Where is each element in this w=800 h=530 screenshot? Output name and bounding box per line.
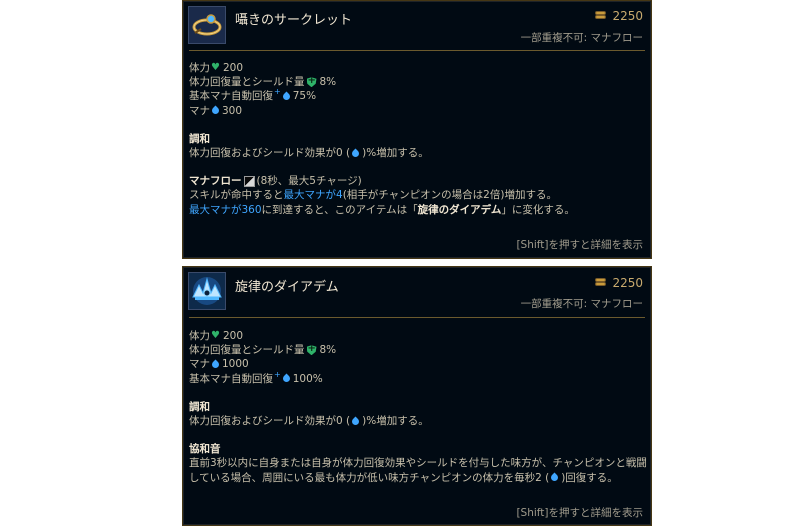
passive-title-row: マナフロー (8秒、最大5チャージ) [189,175,362,188]
divider [189,317,645,318]
shift-hint: [Shift]を押すと詳細を表示 [516,507,643,519]
item-description: 体力 ♥ 200 体力回復量とシールド量 8% マナ 1000 基本マナ自動回復… [189,329,647,485]
mana-drop-icon [350,416,361,427]
stat-row: 基本マナ自動回復 + 100% [189,369,323,385]
passive-text: 体力回復およびシールド効果が0 ( )%増加する。 [189,147,429,160]
passive-text: 直前3秒以内に自身または自身が体力回復効果やシールドを付与した味方が、チャンピオ… [189,457,647,470]
mana-regen-drop-icon [281,91,292,102]
price-value: 2250 [612,276,643,290]
stat-row: マナ 1000 [189,358,249,371]
passive-text: している場合、周囲にいる最も体力が低い味方チャンピオンの体力を毎秒2 ( )回復… [189,471,618,484]
gold-coin-icon [595,278,607,288]
item-price: 2250 [595,276,643,290]
divider [189,50,645,51]
stat-row: 体力 ♥ 200 [189,62,244,74]
passive-title: 協和音 [189,443,221,456]
stat-row: 体力 ♥ 200 [189,330,244,342]
mana-drop-icon [350,148,361,159]
passive-title: 調和 [189,132,210,145]
item-name: 囁きのサークレット [235,13,353,28]
mana-regen-plus-icon: + [274,87,281,97]
cooldown-icon [243,175,255,187]
mana-drop-icon [210,105,221,116]
heart-icon: ♥ [211,330,220,341]
item-icon-diadem [188,272,226,310]
item-description: 体力 ♥ 200 体力回復量とシールド量 8% 基本マナ自動回復 + 75% マ… [189,61,643,217]
mana-regen-drop-icon [281,373,292,384]
mana-drop-icon [210,359,221,370]
passive-title: 調和 [189,400,210,413]
shield-icon [306,77,317,88]
passive-text: 最大マナが360 に到達すると、このアイテムは「 旋律のダイアデム 」に変化する… [189,203,575,216]
item-tooltip-diadem-of-songs: 旋律のダイアデム 2250 一部重複不可: マナフロー 体力 ♥ 200 体力回… [182,266,652,526]
item-tooltip-whispering-circlet: 囁きのサークレット 2250 一部重複不可: マナフロー 体力 ♥ 200 体力… [182,0,652,259]
price-value: 2250 [612,9,643,23]
item-icon-circlet [188,6,226,44]
gold-coin-icon [595,11,607,21]
stack-note: 一部重複不可: マナフロー [520,32,643,44]
stat-row: 体力回復量とシールド量 8% [189,343,643,357]
shift-hint: [Shift]を押すと詳細を表示 [516,239,643,251]
stat-row: マナ 300 [189,104,243,117]
stat-row: 基本マナ自動回復 + 75% [189,87,317,103]
item-name: 旋律のダイアデム [235,280,339,295]
mana-drop-icon [549,472,560,483]
stack-note: 一部重複不可: マナフロー [520,298,643,310]
passive-text: 体力回復およびシールド効果が0 ( )%増加する。 [189,415,429,428]
heart-icon: ♥ [211,62,220,73]
stat-row: 体力回復量とシールド量 8% [189,75,643,89]
item-price: 2250 [595,9,643,23]
shield-icon [306,345,317,356]
mana-regen-plus-icon: + [274,369,281,379]
passive-text: スキルが命中すると 最大マナが4 (相手がチャンピオンの場合は2倍)増加する。 [189,189,557,202]
